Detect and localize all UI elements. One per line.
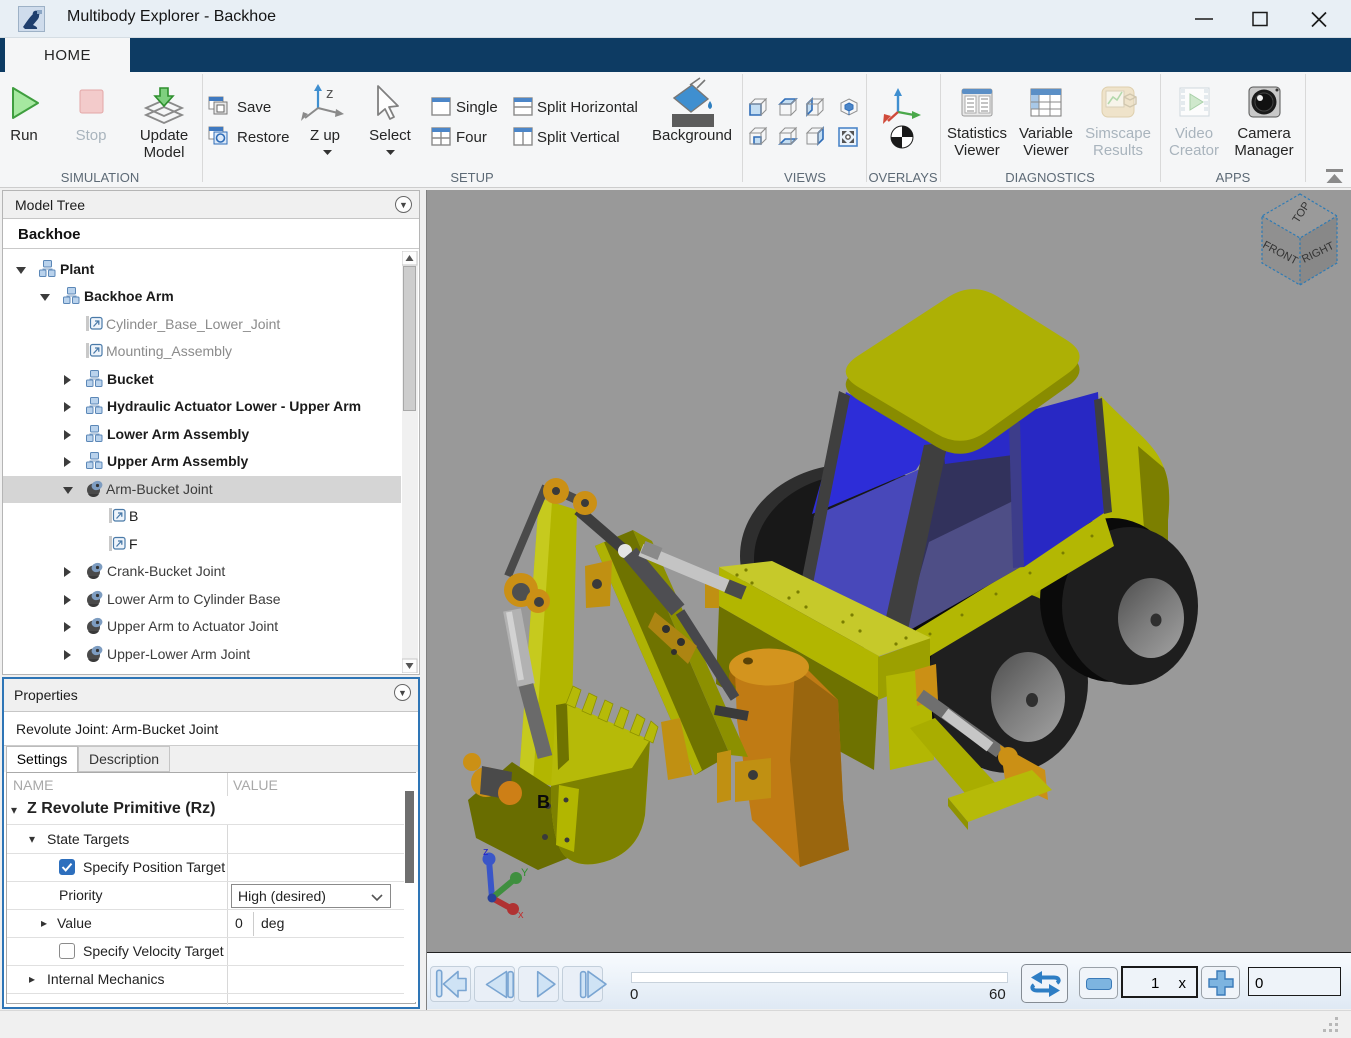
svg-text:B: B (537, 792, 550, 812)
svg-text:z: z (483, 846, 489, 858)
svg-text:x: x (518, 909, 524, 921)
svg-text:Y: Y (521, 867, 529, 879)
svg-text:z: z (326, 85, 334, 102)
